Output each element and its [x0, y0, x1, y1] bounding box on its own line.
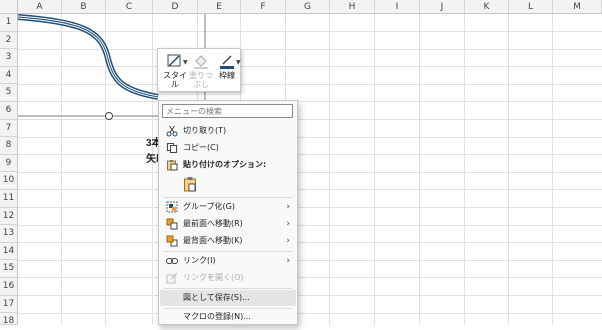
menu-item-label: コピー(C) [183, 143, 219, 152]
menu-item-link[interactable]: リンク(I) › [160, 253, 296, 269]
menu-item-label: グループ化(G) [183, 202, 235, 211]
menu-item-open-link[interactable]: リンクを開く(O) [160, 270, 296, 286]
chevron-right-icon: › [286, 202, 290, 212]
chevron-right-icon: › [286, 219, 290, 229]
menu-item-label: リンクを開く(O) [183, 273, 244, 282]
chevron-right-icon: › [286, 256, 290, 266]
fill-label: 塗りつぶし [188, 71, 214, 89]
menu-item-label: 最背面へ移動(K) [183, 236, 243, 245]
send-to-back-icon [166, 235, 178, 247]
menu-item-label: リンク(I) [183, 256, 216, 265]
mini-toolbar: ▼ スタイル 塗りつぶし ▼ 枠線 [157, 48, 241, 92]
paste-options-icon [167, 160, 178, 171]
bring-to-front-icon [166, 218, 178, 230]
menu-item-cut[interactable]: 切り取り(T) [160, 123, 296, 139]
menu-item-assign-macro[interactable]: マクロの登録(N)... [160, 309, 296, 325]
shape-style-icon [167, 54, 181, 67]
curved-arrow-shape[interactable] [0, 0, 602, 325]
connector-line[interactable] [17, 14, 159, 100]
scissors-icon [166, 125, 178, 137]
fill-button[interactable]: 塗りつぶし [188, 51, 214, 89]
open-link-icon [166, 272, 178, 284]
resize-handle[interactable] [105, 112, 113, 120]
style-label: スタイル [163, 71, 187, 89]
chevron-right-icon: › [286, 236, 290, 246]
context-menu: 切り取り(T) コピー(C) 貼り付けのオプション: グループ化(G) › [158, 100, 298, 325]
chevron-down-icon: ▼ [183, 59, 188, 66]
menu-item-label: 最前面へ移動(R) [183, 219, 243, 228]
group-icon [166, 201, 178, 213]
menu-separator [163, 288, 293, 289]
outline-button[interactable]: ▼ 枠線 [214, 51, 241, 89]
menu-item-label: 図として保存(S)... [183, 293, 250, 302]
menu-separator [163, 197, 293, 198]
menu-item-bring-to-front[interactable]: 最前面へ移動(R) › [160, 216, 296, 232]
outline-label: 枠線 [219, 71, 235, 80]
menu-search-input[interactable] [162, 104, 293, 118]
pen-outline-icon [220, 55, 234, 69]
menu-item-copy[interactable]: コピー(C) [160, 140, 296, 156]
menu-item-paste-options: 貼り付けのオプション: [160, 157, 296, 173]
menu-item-save-as-picture[interactable]: 図として保存(S)... [160, 290, 296, 306]
menu-item-label: マクロの登録(N)... [183, 312, 251, 321]
menu-separator [163, 251, 293, 252]
chevron-down-icon: ▼ [236, 59, 241, 66]
link-icon [166, 258, 178, 264]
style-button[interactable]: ▼ スタイル [162, 51, 188, 89]
menu-item-group[interactable]: グループ化(G) › [160, 199, 296, 215]
copy-icon [167, 143, 177, 153]
paint-bucket-icon [194, 55, 208, 69]
menu-item-label: 切り取り(T) [183, 126, 227, 135]
paste-icon[interactable] [183, 176, 197, 192]
menu-item-send-to-back[interactable]: 最背面へ移動(K) › [160, 233, 296, 249]
menu-item-label: 貼り付けのオプション: [183, 160, 267, 169]
